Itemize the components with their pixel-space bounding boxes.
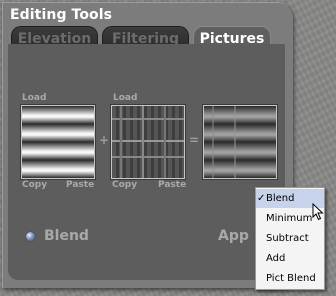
panel-title: Editing Tools (10, 7, 113, 23)
menu-item-label: Minimum (266, 213, 313, 224)
plus-sign: + (99, 133, 110, 147)
load-button-a[interactable]: Load (22, 93, 46, 103)
copy-button-a[interactable]: Copy (22, 180, 47, 190)
result-image (203, 105, 277, 179)
blend-radio-button[interactable] (26, 232, 35, 241)
menu-item-add[interactable]: Add (256, 249, 324, 268)
menu-item-label: Blend (266, 193, 295, 204)
menu-item-label: Subtract (266, 233, 309, 244)
menu-item-subtract[interactable]: Subtract (256, 229, 324, 248)
menu-item-pict-blend[interactable]: Pict Blend (256, 269, 324, 288)
paste-button-b[interactable]: Paste (158, 180, 186, 190)
mouse-pointer-icon (312, 203, 324, 221)
equals-sign: = (189, 133, 200, 147)
load-button-b[interactable]: Load (113, 93, 137, 103)
paste-button-a[interactable]: Paste (66, 180, 94, 190)
source-image-a[interactable] (21, 105, 95, 179)
menu-item-label: Pict Blend (266, 273, 316, 284)
copy-button-b[interactable]: Copy (112, 180, 137, 190)
blend-label[interactable]: Blend (44, 228, 89, 244)
checkmark-icon: ✓ (257, 193, 266, 204)
source-image-b[interactable] (111, 105, 185, 179)
menu-item-label: Add (266, 253, 286, 264)
apply-button[interactable]: App (218, 228, 249, 244)
